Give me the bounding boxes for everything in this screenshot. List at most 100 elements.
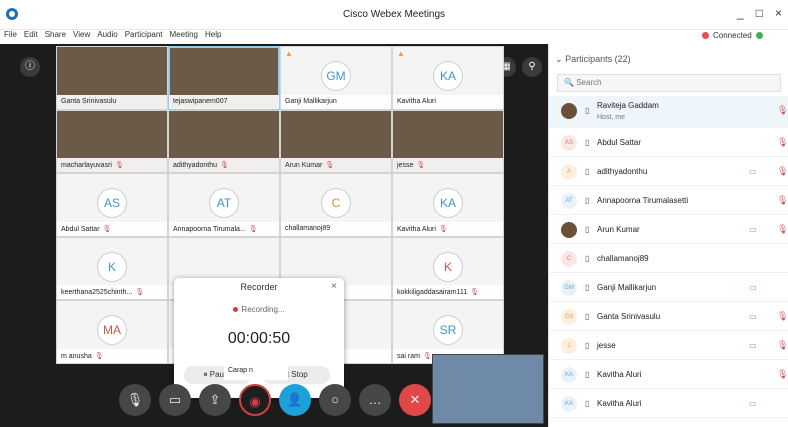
close-icon[interactable]: ×: [331, 281, 337, 292]
recording-timer: 00:00:50: [227, 330, 291, 347]
participant-tile[interactable]: AS Abdul Sattar 🎙: [56, 173, 168, 237]
device-icon: ▯: [585, 341, 590, 350]
maximize-button[interactable]: □: [756, 6, 763, 20]
participant-name: tejaswipanem007: [173, 97, 228, 105]
menu-item[interactable]: Help: [205, 30, 221, 39]
device-icon: ▯: [585, 370, 590, 379]
mic-muted-icon: 🎙: [325, 162, 335, 170]
record-button[interactable]: ◉: [239, 384, 271, 416]
chevron-down-icon: ⌄: [555, 54, 563, 64]
mute-button[interactable]: 🎙: [119, 384, 151, 416]
participant-name: macharlayuvasri: [61, 162, 112, 170]
participant-tile[interactable]: ▲ GM Ganji Mallikarjun: [280, 46, 392, 110]
participant-tile[interactable]: KA Kavitha Aluri 🎙: [392, 173, 504, 237]
chat-button[interactable]: ○: [319, 384, 351, 416]
participant-row[interactable]: KA ▯ Kavitha Aluri 🎙: [549, 360, 788, 389]
menu-item[interactable]: View: [73, 30, 90, 39]
mic-muted-icon[interactable]: 🎙: [777, 195, 788, 206]
participant-tile[interactable]: MA m anusha 🎙: [56, 300, 168, 364]
avatar: C: [561, 251, 577, 267]
participants-button[interactable]: 👤: [279, 384, 311, 416]
participant-row[interactable]: ▯ Arun Kumar ▭ 🎙: [549, 215, 788, 244]
participant-tile[interactable]: tejaswipanem007: [168, 46, 280, 110]
warning-icon: ▲: [397, 49, 405, 58]
participant-tile[interactable]: AT Annapoorna Tirumala... 🎙: [168, 173, 280, 237]
participant-name: Arun Kumar: [597, 225, 640, 234]
avatar: [561, 222, 577, 238]
participants-header[interactable]: ⌄ Participants (22): [555, 54, 631, 65]
participant-row[interactable]: ▯ Raviteja Gaddam Host, me 🎙: [549, 96, 788, 128]
more-button[interactable]: …: [359, 384, 391, 416]
mic-muted-icon: 🎙: [114, 162, 124, 170]
tile-name-bar: kokkiligaddasairam111 🎙: [393, 285, 503, 300]
participant-row[interactable]: AS ▯ Abdul Sattar 🎙: [549, 128, 788, 157]
camera-icon: ▭: [749, 399, 757, 408]
mic-muted-icon: 🎙: [470, 289, 480, 297]
avatar: AT: [209, 188, 239, 219]
participant-row[interactable]: A ▯ adithyadonthu ▭ 🎙: [549, 157, 788, 186]
end-meeting-button[interactable]: ✕: [399, 384, 431, 416]
avatar: KA: [561, 367, 577, 383]
mic-muted-icon[interactable]: 🎙: [777, 105, 788, 116]
menu-item[interactable]: Share: [45, 30, 66, 39]
participant-tile[interactable]: adithyadonthu 🎙: [168, 109, 280, 174]
stop-video-button[interactable]: ▭: [159, 384, 191, 416]
participant-tile[interactable]: Kkeerthana2525chinth... 🎙: [56, 236, 168, 301]
participant-tile[interactable]: jesse 🎙: [392, 109, 504, 174]
avatar: A: [561, 164, 577, 180]
camera-icon: ▭: [749, 225, 757, 234]
participant-name: m anusha: [61, 352, 92, 360]
menu-item[interactable]: Participant: [125, 30, 163, 39]
participant-row[interactable]: GS ▯ Ganta Srinivasulu ▭ 🎙: [549, 302, 788, 331]
avatar: KA: [433, 61, 463, 91]
participant-row[interactable]: GM ▯ Ganji Mallikarjun ▭: [549, 273, 788, 302]
avatar: AS: [561, 135, 577, 151]
share-button[interactable]: ⇪: [199, 384, 231, 416]
tile-name-bar: macharlayuvasri 🎙: [57, 158, 167, 173]
close-window-button[interactable]: ×: [775, 6, 782, 20]
layout-icon[interactable]: ⚲: [522, 57, 542, 77]
participant-tile[interactable]: Kkokkiligaddasairam111 🎙: [392, 236, 504, 301]
menu-item[interactable]: File: [4, 30, 17, 39]
menu-item[interactable]: Edit: [24, 30, 38, 39]
avatar: K: [97, 251, 127, 282]
participant-row[interactable]: AT ▯ Annapoorna Tirumalasetti 🎙: [549, 186, 788, 215]
window-controls: _ □ ×: [737, 6, 782, 20]
pause-icon: ⏸: [203, 370, 208, 379]
avatar: AT: [561, 193, 577, 209]
info-icon[interactable]: ⓘ: [20, 57, 40, 77]
participant-row[interactable]: KA ▯ Kavitha Aluri ▭: [549, 389, 788, 418]
tile-name-bar: adithyadonthu 🎙: [169, 158, 279, 173]
participants-list: ▯ Raviteja Gaddam Host, me 🎙 AS ▯ Abdul Sattar…: [549, 96, 788, 418]
participant-tile[interactable]: Cchallamanoj89: [280, 173, 392, 237]
self-view-video[interactable]: [432, 354, 544, 424]
minimize-button[interactable]: _: [737, 6, 744, 20]
participant-name: Ganta Srinivasulu: [61, 97, 117, 105]
participant-row[interactable]: J ▯ jesse ▭ 🎙: [549, 331, 788, 360]
menu-item[interactable]: Audio: [97, 30, 117, 39]
participant-tile[interactable]: Arun Kumar 🎙: [280, 109, 392, 174]
mic-muted-icon[interactable]: 🎙: [777, 369, 788, 380]
search-input[interactable]: [576, 78, 757, 87]
mic-muted-icon[interactable]: 🎙: [777, 311, 788, 322]
mic-muted-icon[interactable]: 🎙: [777, 137, 788, 148]
participants-search[interactable]: 🔍: [557, 74, 781, 92]
camera-icon: ▭: [749, 341, 757, 350]
avatar: MA: [97, 315, 127, 346]
participant-name: Annapoorna Tirumalasetti: [597, 196, 689, 205]
mic-muted-icon[interactable]: 🎙: [777, 340, 788, 351]
alert-icon[interactable]: [702, 32, 709, 39]
participant-row[interactable]: C ▯ challamanoj89: [549, 244, 788, 273]
mic-muted-icon: 🎙: [219, 162, 229, 170]
participant-name: Kavitha Aluri: [397, 97, 436, 105]
mic-muted-icon[interactable]: 🎙: [777, 224, 788, 235]
participant-tile[interactable]: Ganta Srinivasulu: [56, 46, 168, 110]
participant-tile[interactable]: macharlayuvasri 🎙: [56, 109, 168, 174]
menu-item[interactable]: Meeting: [170, 30, 198, 39]
device-icon: ▯: [585, 399, 590, 408]
stop-label: Stop: [291, 370, 308, 379]
tile-name-bar: tejaswipanem007: [169, 94, 279, 109]
mic-muted-icon[interactable]: 🎙: [777, 166, 788, 177]
participant-name: kokkiligaddasairam111: [397, 289, 468, 297]
participant-tile[interactable]: ▲ KA Kavitha Aluri: [392, 46, 504, 110]
